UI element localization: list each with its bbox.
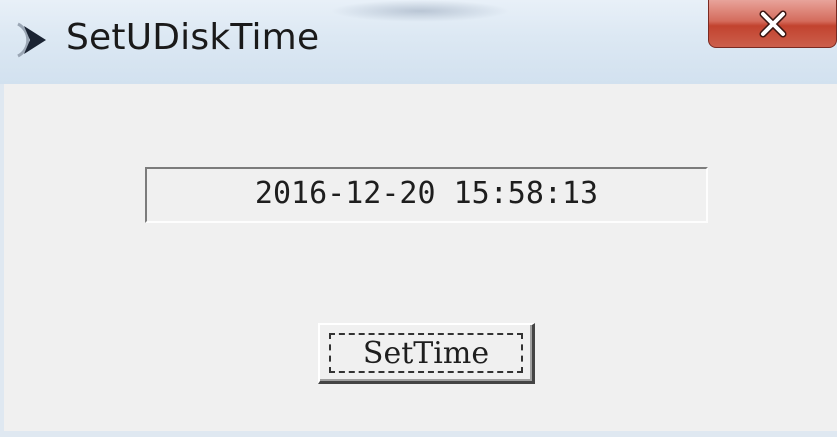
title-bar[interactable]: SetUDiskTime bbox=[0, 0, 837, 84]
close-button[interactable] bbox=[708, 0, 837, 48]
set-time-button-label: SetTime bbox=[329, 333, 523, 373]
time-display-field[interactable]: 2016-12-20 15:58:13 bbox=[145, 167, 708, 223]
set-time-button[interactable]: SetTime bbox=[318, 323, 535, 384]
dialog-window: SetUDiskTime 2016-12-20 15:58:13 SetTime bbox=[0, 0, 837, 437]
dialog-client-area bbox=[0, 84, 837, 437]
app-arrow-icon bbox=[17, 22, 46, 58]
close-x-icon bbox=[759, 10, 786, 37]
title-bar-glow bbox=[330, 0, 510, 22]
window-title: SetUDiskTime bbox=[66, 17, 320, 58]
